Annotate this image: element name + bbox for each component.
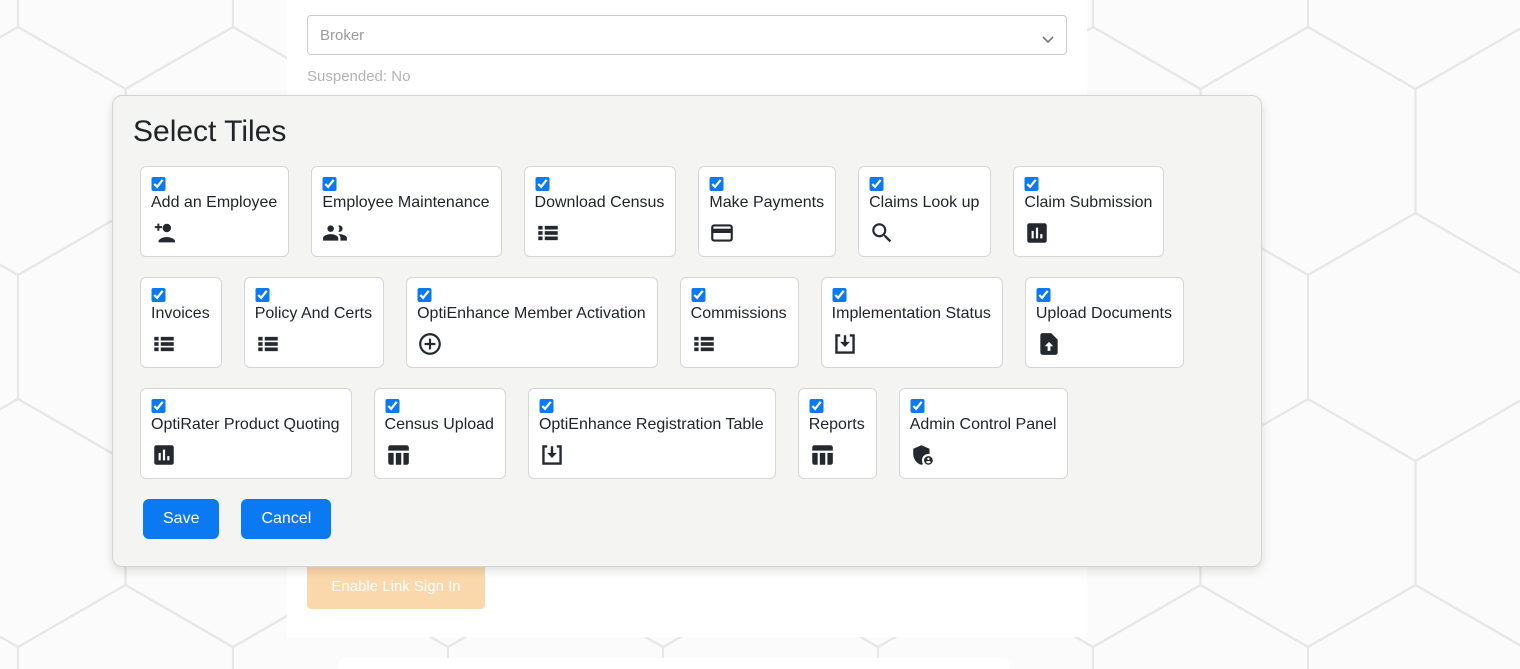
- tile: Policy And Certs: [244, 277, 384, 368]
- tile-label: Claim Submission: [1024, 193, 1152, 213]
- tile: Admin Control Panel: [899, 388, 1069, 479]
- file-upload-icon: [1036, 331, 1062, 357]
- person-add-icon: [151, 220, 177, 246]
- tile-checkbox[interactable]: [1024, 177, 1039, 191]
- list-icon: [691, 331, 717, 357]
- tile: Upload Documents: [1025, 277, 1184, 368]
- tile: Claim Submission: [1013, 166, 1164, 257]
- broker-select[interactable]: Broker: [307, 15, 1067, 55]
- tile-row: OptiRater Product Quoting Census Upload …: [140, 388, 1241, 479]
- people-icon: [322, 220, 348, 246]
- tile-label: Census Upload: [385, 415, 494, 435]
- tile: Census Upload: [374, 388, 506, 479]
- tile: Employee Maintenance: [311, 166, 501, 257]
- tile-checkbox[interactable]: [539, 399, 554, 413]
- modal-actions: Save Cancel: [143, 499, 1241, 539]
- tile: Commissions: [680, 277, 799, 368]
- suspended-status-text: Suspended: No: [307, 68, 410, 85]
- search-icon: [869, 220, 895, 246]
- tile-label: Upload Documents: [1036, 304, 1172, 324]
- tile-label: Make Payments: [709, 193, 824, 213]
- modal-title: Select Tiles: [133, 112, 1241, 152]
- tile-label: Download Census: [535, 193, 665, 213]
- list-icon: [151, 331, 177, 357]
- tile-checkbox[interactable]: [151, 177, 166, 191]
- tile-checkbox[interactable]: [151, 399, 166, 413]
- bar-chart-icon: [1024, 220, 1050, 246]
- tile-checkbox[interactable]: [385, 399, 400, 413]
- tile-checkbox[interactable]: [691, 288, 706, 302]
- tile: OptiEnhance Registration Table: [528, 388, 776, 479]
- list-icon: [535, 220, 561, 246]
- admin-shield-icon: [910, 442, 936, 468]
- tile-checkbox[interactable]: [709, 177, 724, 191]
- tile: Add an Employee: [140, 166, 289, 257]
- tile-label: OptiEnhance Registration Table: [539, 415, 764, 435]
- tile-checkbox[interactable]: [151, 288, 166, 302]
- bar-chart-icon: [151, 442, 177, 468]
- tile: Invoices: [140, 277, 222, 368]
- tile: OptiEnhance Member Activation: [406, 277, 658, 368]
- tile: Download Census: [524, 166, 677, 257]
- tile-checkbox[interactable]: [910, 399, 925, 413]
- tile-checkbox[interactable]: [832, 288, 847, 302]
- tile-label: Policy And Certs: [255, 304, 372, 324]
- tile-checkbox[interactable]: [809, 399, 824, 413]
- download-box-icon: [832, 331, 858, 357]
- tile-row: Add an Employee Employee Maintenance Dow…: [140, 166, 1241, 257]
- add-circle-icon: [417, 331, 443, 357]
- tile-label: Employee Maintenance: [322, 193, 489, 213]
- lower-content-card: [338, 658, 1010, 669]
- table-icon: [385, 442, 411, 468]
- tile-label: Commissions: [691, 304, 787, 324]
- tile-checkbox[interactable]: [1036, 288, 1051, 302]
- table-icon: [809, 442, 835, 468]
- tile-label: Invoices: [151, 304, 210, 324]
- tile: Make Payments: [698, 166, 836, 257]
- credit-card-icon: [709, 220, 735, 246]
- tile-checkbox[interactable]: [417, 288, 432, 302]
- tile-label: Implementation Status: [832, 304, 991, 324]
- tile-checkbox[interactable]: [535, 177, 550, 191]
- tile: Claims Look up: [858, 166, 991, 257]
- tile-label: Add an Employee: [151, 193, 277, 213]
- save-button[interactable]: Save: [143, 499, 219, 539]
- tile-label: OptiRater Product Quoting: [151, 415, 340, 435]
- tile-label: Claims Look up: [869, 193, 979, 213]
- tile-rows: Add an Employee Employee Maintenance Dow…: [140, 166, 1241, 479]
- enable-link-sign-in-button[interactable]: Enable Link Sign In: [307, 563, 485, 609]
- download-box-icon: [539, 442, 565, 468]
- tile-label: Reports: [809, 415, 865, 435]
- select-tiles-modal: Select Tiles Add an Employee Employee Ma…: [112, 95, 1262, 567]
- tile-label: OptiEnhance Member Activation: [417, 304, 646, 324]
- tile-row: Invoices Policy And Certs OptiEnhance Me…: [140, 277, 1241, 368]
- tile-checkbox[interactable]: [255, 288, 270, 302]
- cancel-button[interactable]: Cancel: [241, 499, 331, 539]
- tile-checkbox[interactable]: [869, 177, 884, 191]
- tile: Reports: [798, 388, 877, 479]
- list-icon: [255, 331, 281, 357]
- tile: Implementation Status: [821, 277, 1003, 368]
- tile-label: Admin Control Panel: [910, 415, 1057, 435]
- tile-checkbox[interactable]: [322, 177, 337, 191]
- tile: OptiRater Product Quoting: [140, 388, 352, 479]
